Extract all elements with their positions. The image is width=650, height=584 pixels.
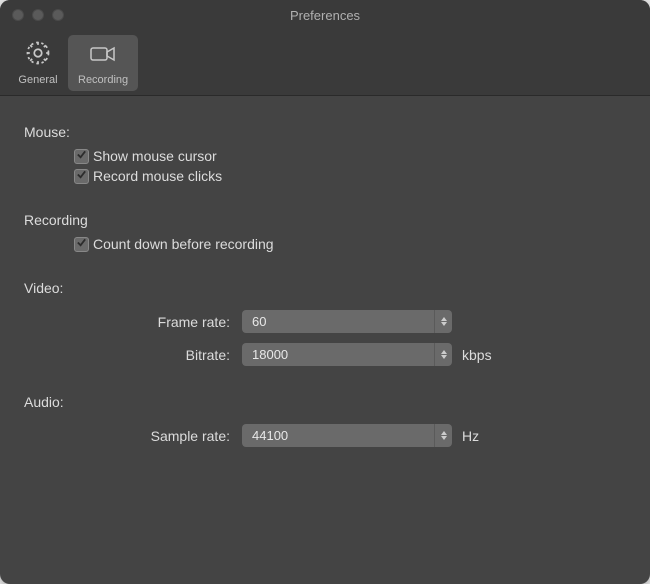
audio-section-title: Audio: (24, 394, 626, 410)
minimize-button[interactable] (32, 9, 44, 21)
show-cursor-label: Show mouse cursor (93, 148, 217, 164)
frame-rate-select[interactable]: 60 (242, 310, 452, 333)
countdown-checkbox[interactable] (74, 237, 89, 252)
recording-section-title: Recording (24, 212, 626, 228)
preferences-toolbar: General Recording (0, 30, 650, 96)
stepper-icon (434, 310, 452, 333)
checkmark-icon (76, 167, 87, 185)
record-clicks-label: Record mouse clicks (93, 168, 222, 184)
countdown-row: Count down before recording (74, 236, 626, 252)
video-section: Video: Frame rate: 60 Bitrate: 18 (24, 280, 626, 366)
record-clicks-checkbox[interactable] (74, 169, 89, 184)
frame-rate-label: Frame rate: (24, 314, 242, 330)
sample-rate-row: Sample rate: 44100 Hz (24, 424, 626, 447)
sample-rate-value: 44100 (242, 428, 434, 443)
tab-recording[interactable]: Recording (68, 35, 138, 91)
stepper-icon (434, 343, 452, 366)
window-title: Preferences (290, 8, 360, 23)
gear-icon (24, 39, 52, 72)
mouse-section-title: Mouse: (24, 124, 626, 140)
video-camera-icon (88, 39, 118, 72)
countdown-label: Count down before recording (93, 236, 274, 252)
checkmark-icon (76, 147, 87, 165)
stepper-icon (434, 424, 452, 447)
close-button[interactable] (12, 9, 24, 21)
record-clicks-row: Record mouse clicks (74, 168, 626, 184)
checkmark-icon (76, 235, 87, 253)
bitrate-label: Bitrate: (24, 347, 242, 363)
tab-general-label: General (18, 74, 57, 86)
preferences-content: Mouse: Show mouse cursor (0, 96, 650, 485)
frame-rate-value: 60 (242, 314, 434, 329)
bitrate-value: 18000 (242, 347, 434, 362)
video-section-title: Video: (24, 280, 626, 296)
preferences-window: Preferences General (0, 0, 650, 584)
show-cursor-row: Show mouse cursor (74, 148, 626, 164)
tab-general[interactable]: General (8, 35, 68, 91)
recording-section: Recording Count down before recording (24, 212, 626, 252)
audio-section: Audio: Sample rate: 44100 Hz (24, 394, 626, 447)
bitrate-unit: kbps (462, 347, 492, 363)
titlebar: Preferences (0, 0, 650, 30)
frame-rate-row: Frame rate: 60 (24, 310, 626, 333)
show-cursor-checkbox[interactable] (74, 149, 89, 164)
tab-recording-label: Recording (78, 74, 128, 86)
sample-rate-unit: Hz (462, 428, 479, 444)
zoom-button[interactable] (52, 9, 64, 21)
bitrate-row: Bitrate: 18000 kbps (24, 343, 626, 366)
sample-rate-label: Sample rate: (24, 428, 242, 444)
bitrate-select[interactable]: 18000 (242, 343, 452, 366)
traffic-lights (12, 9, 64, 21)
sample-rate-select[interactable]: 44100 (242, 424, 452, 447)
mouse-section: Mouse: Show mouse cursor (24, 124, 626, 184)
